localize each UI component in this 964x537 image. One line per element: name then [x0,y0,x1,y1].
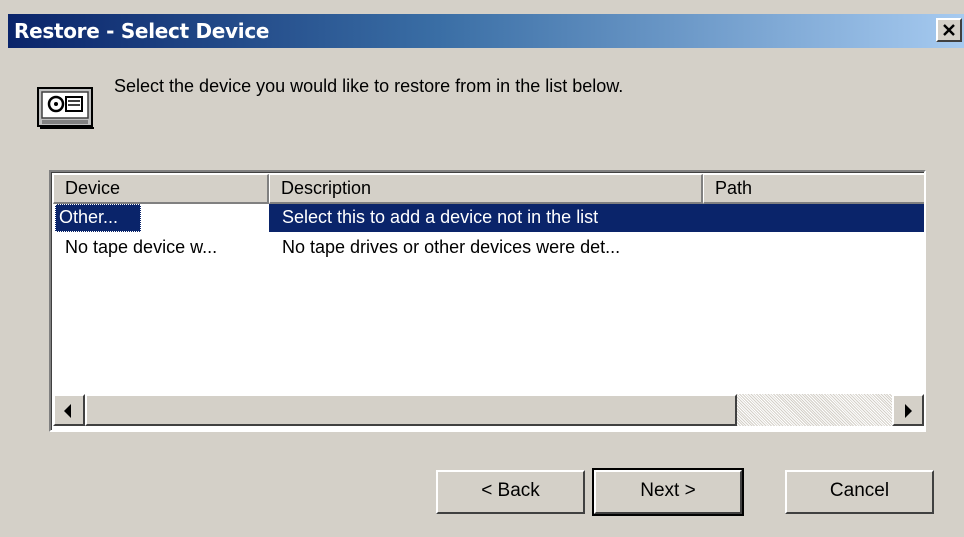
scroll-left-button[interactable] [53,394,85,426]
device-cell: No tape device w... [65,237,218,257]
instruction-text: Select the device you would like to rest… [114,76,624,96]
cancel-button[interactable]: Cancel [785,470,934,514]
list-item[interactable]: Other... Select this to add a device not… [53,204,924,232]
next-button[interactable]: Next > [592,468,744,516]
device-list[interactable]: Device Description Path Other... Select … [49,170,926,432]
restore-select-device-dialog: Restore - Select Device Select the devic… [0,0,964,537]
back-button[interactable]: < Back [436,470,585,514]
device-cell: Other... [55,204,141,232]
description-cell: No tape drives or other devices were det… [282,237,621,257]
window-title: Restore - Select Device [14,19,270,43]
column-header-description[interactable]: Description [269,174,703,204]
horizontal-scrollbar[interactable] [53,394,924,426]
arrow-left-icon [64,404,71,418]
arrow-right-icon [905,404,912,418]
close-icon [942,20,956,42]
column-header-device[interactable]: Device [53,174,269,204]
close-button[interactable] [936,18,962,42]
description-cell: Select this to add a device not in the l… [269,204,924,232]
scrollbar-thumb[interactable] [85,394,737,426]
title-bar[interactable]: Restore - Select Device [8,14,964,48]
tape-device-icon [36,82,96,130]
list-item[interactable]: No tape device w... No tape drives or ot… [53,234,924,262]
list-header: Device Description Path [53,174,924,204]
scroll-right-button[interactable] [892,394,924,426]
column-header-path[interactable]: Path [703,174,924,204]
